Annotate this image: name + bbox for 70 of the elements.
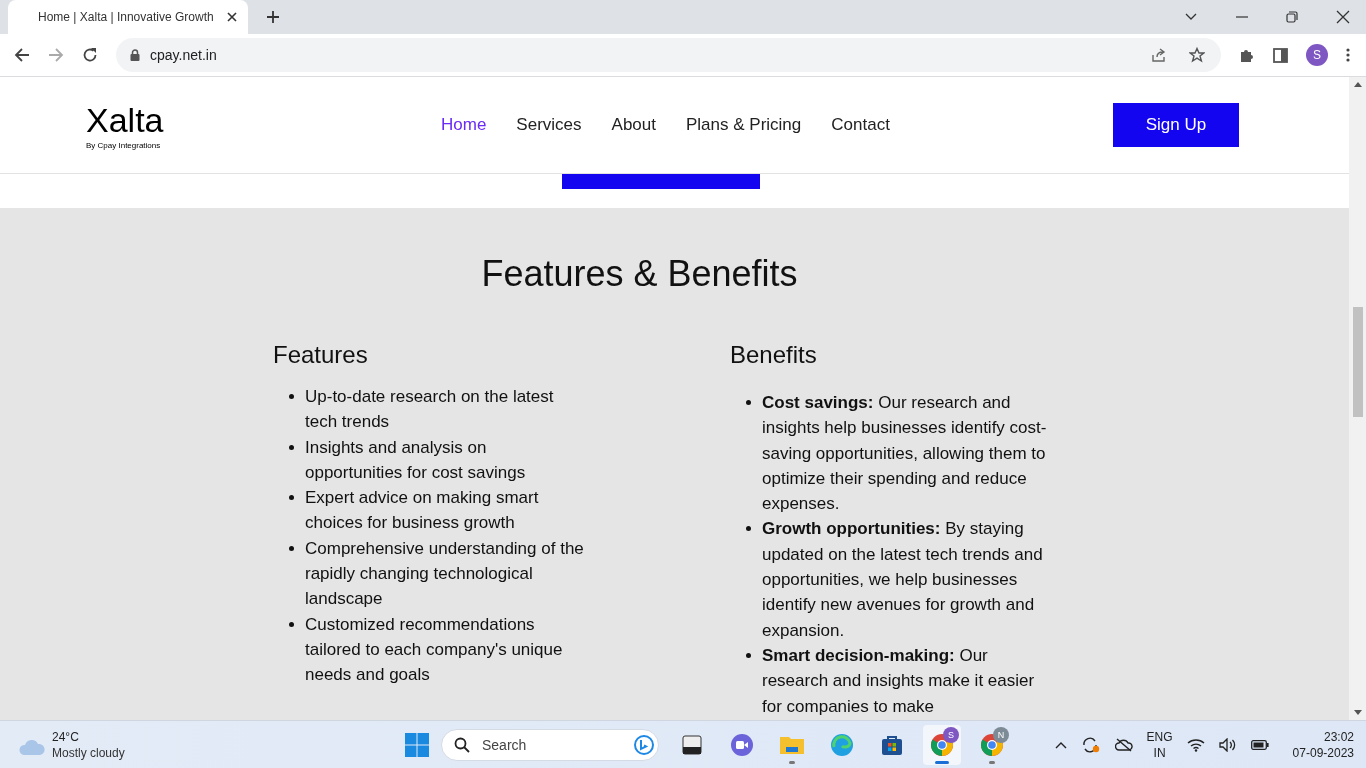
list-item-text: Growth opportunities: By staying updated on the latest tech trends and opportunities, we help businesses identify new avenues for growth and expansion. [762, 518, 1044, 642]
profile-badge: N [993, 726, 1009, 743]
cloud-off-icon[interactable] [1114, 737, 1133, 752]
bullet-icon [746, 400, 751, 405]
tab-title: Home | Xalta | Innovative Growth [38, 10, 215, 24]
back-arrow-icon[interactable] [14, 47, 30, 63]
bullet-icon [289, 444, 294, 450]
list-item-text: Up-to-date research on the latest tech trends [305, 386, 555, 434]
chevron-up-icon[interactable] [1054, 740, 1067, 749]
list-item-text: Insights and analysis on opportunities for cost savings [305, 436, 527, 484]
share-icon[interactable] [1151, 47, 1167, 63]
lock-icon [130, 49, 140, 61]
scrollbar[interactable] [1349, 77, 1366, 720]
sync-icon[interactable] [1080, 735, 1101, 754]
sign-up-button[interactable]: Sign Up [1113, 103, 1239, 147]
temperature-text: 24°C [52, 728, 80, 745]
profile-badge: S [943, 726, 959, 743]
site-logo[interactable]: Xalta [86, 100, 164, 139]
scroll-down-icon[interactable] [1353, 710, 1362, 716]
list-item-text: Customized recommendations tailored to each company's unique needs and goals [305, 613, 564, 687]
reload-icon[interactable] [82, 47, 98, 63]
section-title: Features & Benefits [480, 252, 799, 296]
nav-link[interactable]: About [611, 115, 656, 135]
profile-avatar[interactable]: S [1306, 44, 1328, 66]
windows-start-icon[interactable] [405, 732, 429, 757]
clock-time[interactable]: 23:02 [1323, 728, 1354, 745]
restore-icon[interactable] [1286, 11, 1298, 23]
region-text[interactable]: IN [1153, 744, 1166, 761]
edge-browser-icon [830, 732, 854, 757]
scrollbar-thumb[interactable] [1352, 307, 1363, 417]
column-heading: Benefits [730, 340, 818, 370]
bullet-icon [746, 652, 751, 658]
scroll-up-icon[interactable] [1353, 81, 1362, 87]
search-input[interactable]: Search [480, 735, 624, 754]
taskbar-search-field[interactable]: Search [441, 728, 659, 761]
video-camera-icon [730, 732, 754, 757]
logo-tagline: By Cpay Integrations [86, 140, 161, 150]
nav-link[interactable]: Contact [831, 115, 890, 135]
nav-link[interactable]: Services [516, 115, 582, 135]
more-vertical-icon[interactable] [1346, 48, 1350, 62]
speaker-icon[interactable] [1218, 737, 1237, 752]
wifi-icon[interactable] [1186, 737, 1205, 752]
browser-tab[interactable]: Home | Xalta | Innovative Growth [8, 0, 248, 34]
nav-link[interactable]: Home [441, 115, 487, 135]
close-icon[interactable] [1336, 10, 1350, 24]
close-icon[interactable] [226, 11, 238, 23]
side-panel-icon[interactable] [1273, 47, 1288, 63]
chevron-down-icon[interactable] [1184, 12, 1198, 22]
plus-icon[interactable] [266, 10, 280, 24]
list-item-text: Expert advice on making smart choices for business growth [305, 487, 540, 535]
puzzle-icon[interactable] [1239, 47, 1255, 63]
bullet-icon [289, 621, 294, 627]
nav-link[interactable]: Plans & Pricing [686, 115, 802, 135]
language-text[interactable]: ENG [1146, 728, 1173, 745]
bullet-icon [289, 545, 294, 551]
address-bar[interactable]: cpay.net.in [116, 38, 1221, 72]
bullet-icon [289, 394, 294, 399]
clock-date[interactable]: 07-09-2023 [1292, 744, 1354, 761]
url-text: cpay.net.in [150, 47, 217, 63]
list-item-text: Cost savings: Our research and insights help businesses identify cost-saving opportunities, allowing them to optimize their spending and reduce expenses. [762, 392, 1047, 516]
weather-text: Mostly cloudy [52, 744, 125, 761]
list-item-text: Comprehensive understanding of the rapidly changing technological landscape [305, 537, 585, 611]
bullet-icon [289, 495, 294, 501]
list-item-text: Smart decision-making: Our research and insights make it easier for companies to make [762, 644, 1036, 718]
taskbar-app[interactable]: S [923, 724, 961, 765]
column-heading: Features [273, 340, 369, 370]
star-icon[interactable] [1189, 47, 1205, 63]
search-icon [454, 736, 470, 753]
bullet-icon [746, 526, 751, 532]
battery-icon[interactable] [1250, 739, 1269, 750]
